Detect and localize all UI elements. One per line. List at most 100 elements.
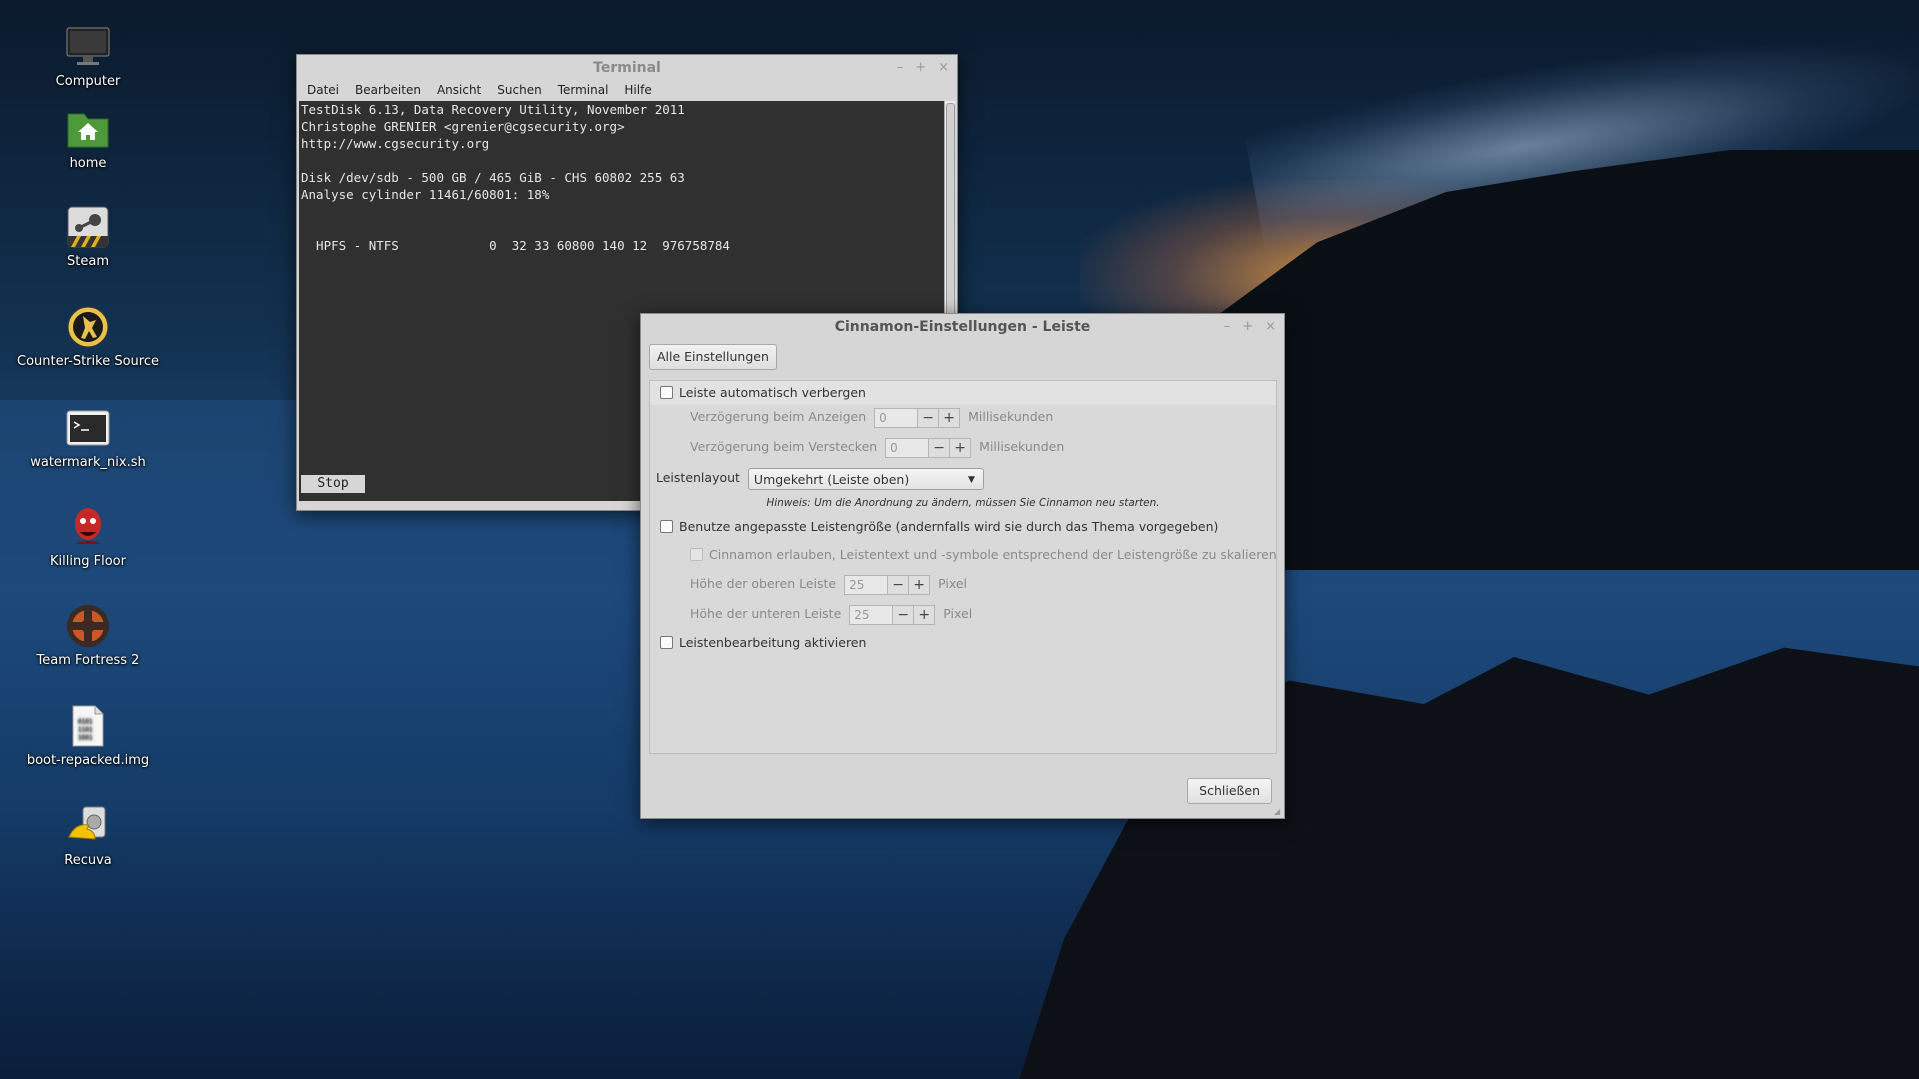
menu-hilfe[interactable]: Hilfe [624, 81, 651, 99]
restart-hint: Hinweis: Um die Anordnung zu ändern, müs… [766, 497, 1160, 509]
edit-mode-checkbox[interactable] [660, 636, 673, 649]
scale-checkbox[interactable] [690, 548, 703, 561]
desktop-icon-watermark-script[interactable]: watermark_nix.sh [8, 405, 168, 471]
desktop-icon-label: watermark_nix.sh [30, 455, 146, 470]
terminal-title: Terminal [593, 60, 661, 76]
increment-button[interactable]: + [950, 437, 972, 458]
menu-terminal[interactable]: Terminal [558, 81, 609, 99]
decrement-button[interactable]: − [893, 604, 915, 625]
maximize-icon[interactable]: + [915, 55, 926, 81]
show-delay-value[interactable]: 0 [874, 407, 919, 428]
desktop-icon-computer[interactable]: Computer [8, 24, 168, 90]
custom-size-checkbox[interactable] [660, 520, 673, 533]
show-delay-spinner[interactable]: 0 − + [874, 407, 961, 428]
home-folder-icon [65, 106, 111, 152]
terminal-line: http://www.cgsecurity.org [301, 136, 490, 151]
show-delay-label: Verzögerung beim Anzeigen [690, 409, 867, 424]
menu-ansicht[interactable]: Ansicht [437, 81, 481, 99]
minimize-icon[interactable]: – [897, 55, 904, 81]
layout-row: Leistenlayout Umgekehrt (Leiste oben) ▼ [656, 466, 984, 490]
svg-text:1001: 1001 [78, 734, 93, 741]
minimize-icon[interactable]: – [1224, 314, 1231, 340]
layout-value: Umgekehrt (Leiste oben) [753, 471, 910, 487]
edit-mode-row[interactable]: Leistenbearbeitung aktivieren [660, 631, 866, 655]
terminal-line: Analyse cylinder 11461/60801: 18% [301, 187, 550, 202]
settings-panel: Leiste automatisch verbergen Verzögerung… [649, 380, 1277, 754]
hide-delay-spinner[interactable]: 0 − + [885, 437, 972, 458]
decrement-button[interactable]: − [918, 407, 940, 428]
svg-text:0101: 0101 [78, 718, 93, 725]
bottom-height-label: Höhe der unteren Leiste [690, 606, 842, 621]
hide-delay-value[interactable]: 0 [885, 437, 930, 458]
settings-window[interactable]: Cinnamon-Einstellungen - Leiste – + × Al… [640, 313, 1285, 819]
top-height-label: Höhe der oberen Leiste [690, 576, 837, 591]
terminal-line: TestDisk 6.13, Data Recovery Utility, No… [301, 102, 685, 117]
autohide-checkbox[interactable] [660, 386, 673, 399]
scale-label: Cinnamon erlauben, Leistentext und -symb… [709, 547, 1277, 562]
desktop-icon-boot-image[interactable]: 0101 1101 1001 boot-repacked.img [8, 703, 168, 769]
terminal-menubar: Datei Bearbeiten Ansicht Suchen Terminal… [297, 81, 957, 99]
chevron-down-icon: ▼ [968, 474, 975, 485]
close-icon[interactable]: × [938, 55, 949, 81]
terminal-titlebar[interactable]: Terminal – + × [297, 55, 957, 81]
increment-button[interactable]: + [914, 604, 936, 625]
show-delay-row: Verzögerung beim Anzeigen 0 − + Millisek… [690, 405, 1053, 429]
desktop-icon-label: Killing Floor [50, 554, 126, 569]
desktop-icon-killing-floor[interactable]: Killing Floor [8, 504, 168, 570]
terminal-line: Disk /dev/sdb - 500 GB / 465 GiB - CHS 6… [301, 170, 685, 185]
bottom-height-value[interactable]: 25 [849, 604, 894, 625]
close-button[interactable]: Schließen [1187, 778, 1272, 804]
monitor-icon [65, 24, 111, 70]
bottom-height-spinner[interactable]: 25 − + [849, 604, 936, 625]
ms-unit: Millisekunden [968, 409, 1054, 424]
desktop-icon-label: Team Fortress 2 [36, 653, 140, 668]
team-fortress-icon [65, 603, 111, 649]
increment-button[interactable]: + [939, 407, 961, 428]
ms-unit: Millisekunden [979, 439, 1065, 454]
terminal-script-icon [65, 405, 111, 451]
bottom-height-row: Höhe der unteren Leiste 25 − + Pixel [690, 602, 972, 626]
desktop-icon-steam[interactable]: Steam [8, 204, 168, 270]
decrement-button[interactable]: − [929, 437, 951, 458]
layout-label: Leistenlayout [656, 470, 740, 485]
hide-delay-row: Verzögerung beim Verstecken 0 − + Millis… [690, 435, 1064, 459]
increment-button[interactable]: + [909, 574, 931, 595]
close-icon[interactable]: × [1265, 314, 1276, 340]
menu-bearbeiten[interactable]: Bearbeiten [355, 81, 421, 99]
desktop-icon-counter-strike[interactable]: Counter-Strike Source [8, 304, 168, 370]
hide-delay-label: Verzögerung beim Verstecken [690, 439, 878, 454]
scale-row: Cinnamon erlauben, Leistentext und -symb… [690, 543, 1277, 567]
desktop-icon-recuva[interactable]: Recuva [8, 803, 168, 869]
resize-grip-icon[interactable]: ◢ [1274, 808, 1282, 816]
all-settings-button[interactable]: Alle Einstellungen [649, 344, 777, 370]
desktop-icon-label: home [69, 156, 107, 171]
autohide-row[interactable]: Leiste automatisch verbergen [650, 381, 1276, 405]
desktop-icon-team-fortress[interactable]: Team Fortress 2 [8, 603, 168, 669]
maximize-icon[interactable]: + [1242, 314, 1253, 340]
settings-titlebar[interactable]: Cinnamon-Einstellungen - Leiste – + × [641, 314, 1284, 340]
menu-datei[interactable]: Datei [307, 81, 339, 99]
terminal-window-controls: – + × [897, 55, 949, 81]
desktop-icon-label: Computer [55, 74, 121, 89]
desktop-icon-label: Recuva [64, 853, 112, 868]
settings-title: Cinnamon-Einstellungen - Leiste [834, 319, 1091, 335]
stop-button[interactable]: Stop [301, 475, 365, 493]
desktop-icons: Computer home Steam Counter-Strike Sourc… [0, 0, 180, 1079]
top-height-value[interactable]: 25 [844, 574, 889, 595]
recuva-icon [65, 803, 111, 849]
layout-select[interactable]: Umgekehrt (Leiste oben) ▼ [747, 467, 984, 490]
svg-text:1101: 1101 [78, 726, 93, 733]
steam-icon [65, 204, 111, 250]
disk-image-icon: 0101 1101 1001 [65, 703, 111, 749]
decrement-button[interactable]: − [888, 574, 910, 595]
top-height-spinner[interactable]: 25 − + [844, 574, 931, 595]
custom-size-row[interactable]: Benutze angepasste Leistengröße (andernf… [660, 515, 1218, 539]
settings-window-controls: – + × [1224, 314, 1276, 340]
menu-suchen[interactable]: Suchen [497, 81, 541, 99]
desktop-icon-label: Steam [67, 254, 109, 269]
desktop-icon-home[interactable]: home [8, 106, 168, 172]
desktop-icon-label: Counter-Strike Source [17, 354, 159, 369]
edit-mode-label: Leistenbearbeitung aktivieren [679, 635, 867, 650]
